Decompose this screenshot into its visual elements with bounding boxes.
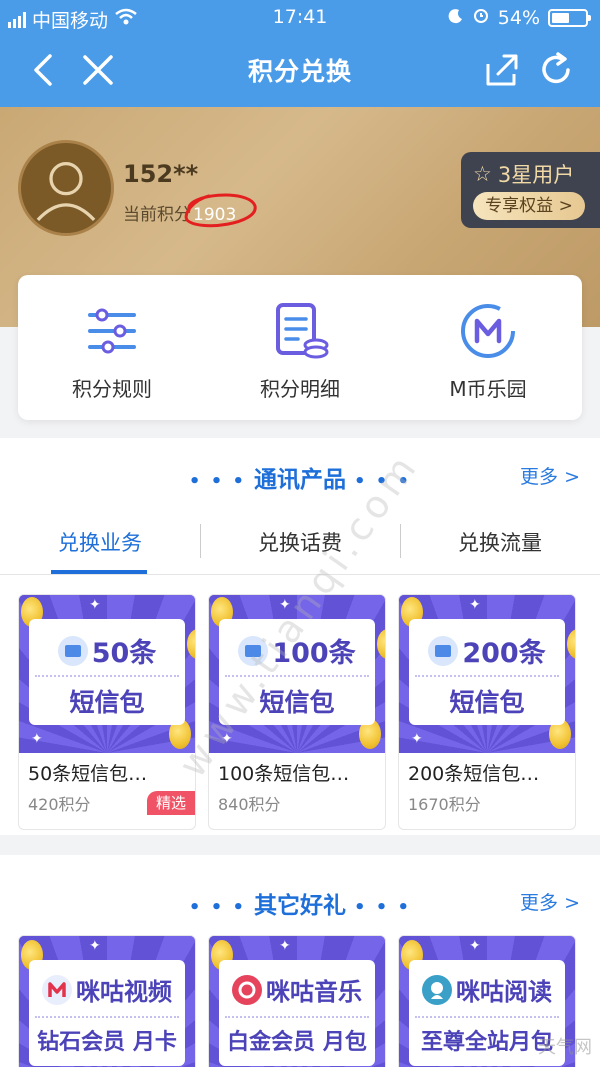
quick-actions-card: 积分规则 积分明细 M币乐园 [18,275,582,420]
gift-brand: 咪咕视频 [76,978,172,1006]
migu-video-icon [42,974,72,1005]
gifts-section-header: • • • 其它好礼 • • • 更多 > [0,874,600,934]
telecom-section-header: • • • 通讯产品 • • • 更多 > [0,448,600,508]
gift-art: ✦ 咪咕音乐 白金会员 月包 [209,936,385,1067]
m-coin-icon [461,304,515,358]
product-kind: 短信包 [449,688,525,717]
product-card[interactable]: ✦ ✦ 200条 短信包 200条短信包… 1670积分 [398,594,576,830]
section-title: 其它好礼 [254,893,346,919]
sparkle-icon: ✦ [469,938,481,954]
product-art: ✦ ✦ 200条 短信包 [399,595,575,753]
gift-plan: 白金会员 月包 [227,1030,367,1055]
quick-item-rules[interactable]: 积分规则 [18,275,206,420]
active-tab-indicator [51,570,147,574]
star-level-badge[interactable]: ☆ 3星用户 专享权益 > [461,152,600,228]
tab-exchange-service[interactable]: 兑换业务 [0,527,200,557]
product-quantity: 50条 [91,638,157,669]
gift-card[interactable]: ✦ 咪咕音乐 白金会员 月包 [208,935,386,1067]
product-card[interactable]: ✦ ✦ 50条 短信包 50条短信包… 420积分 精选 [18,594,196,830]
perks-button[interactable]: 专享权益 > [473,192,585,220]
list-settings-icon [88,308,136,354]
share-button[interactable] [480,48,524,92]
product-name: 50条短信包… [28,763,148,785]
tab-divider [400,524,401,558]
avatar[interactable] [18,140,114,236]
product-name: 100条短信包… [218,763,350,785]
product-name: 200条短信包… [408,763,540,785]
quick-item-label: 积分规则 [72,377,152,401]
sparkle-icon: ✦ [31,731,43,747]
document-coins-icon [276,303,329,359]
sparkle-icon: ✦ [89,938,101,954]
message-icon [57,635,88,666]
migu-music-icon [232,974,262,1005]
product-quantity: 200条 [462,638,546,669]
tab-divider [200,524,201,558]
product-price: 840积分 [218,795,281,814]
migu-read-icon [422,974,452,1005]
refresh-icon [542,52,570,84]
level-text: 3星用户 [497,163,575,187]
battery-percent: 54% [497,6,540,29]
refresh-button[interactable] [534,48,578,92]
star-icon: ☆ [473,162,492,186]
user-phone: 152** [123,160,199,188]
title-dots-right: • • • [354,897,412,918]
gift-card[interactable]: ✦ 咪咕视频 钻石会员 月卡 [18,935,196,1067]
gift-plan: 钻石会员 月卡 [37,1030,177,1055]
share-icon [486,54,518,86]
quick-item-details[interactable]: 积分明细 [206,275,394,420]
message-icon [428,635,459,666]
gift-brand: 咪咕音乐 [266,978,362,1006]
red-circle-annotation [184,193,257,228]
more-link[interactable]: 更多 > [520,888,580,915]
moon-icon [448,7,464,29]
sparkle-icon: ✦ [279,938,291,954]
alarm-icon [472,6,490,29]
product-art: ✦ ✦ 50条 短信包 [19,595,195,753]
quick-item-label: M币乐园 [449,377,527,401]
quick-item-label: 积分明细 [260,377,340,401]
section-title: 通讯产品 [254,467,346,493]
top-bar: 中国移动 17:41 54% 积分兑换 [0,0,600,107]
featured-badge: 精选 [147,791,195,815]
battery-icon [548,8,591,27]
corner-watermark: 天气网 [538,1037,592,1058]
tab-exchange-data[interactable]: 兑换流量 [400,527,600,557]
title-dots-left: • • • [188,471,246,492]
sparkle-icon: ✦ [469,597,481,613]
gift-brand: 咪咕阅读 [456,978,552,1006]
sparkle-icon: ✦ [411,731,423,747]
gift-art: ✦ 咪咕视频 钻石会员 月卡 [19,936,195,1067]
tab-bar: 兑换业务 兑换话费 兑换流量 [0,515,600,575]
title-dots-left: • • • [188,897,246,918]
product-price: 420积分 [28,795,91,814]
product-price: 1670积分 [408,795,481,814]
more-link[interactable]: 更多 > [520,462,580,489]
product-kind: 短信包 [69,688,145,717]
status-bar: 中国移动 17:41 54% [0,0,600,36]
quick-item-mcoin[interactable]: M币乐园 [394,275,582,420]
user-avatar-icon [36,161,96,222]
sparkle-icon: ✦ [89,597,101,613]
